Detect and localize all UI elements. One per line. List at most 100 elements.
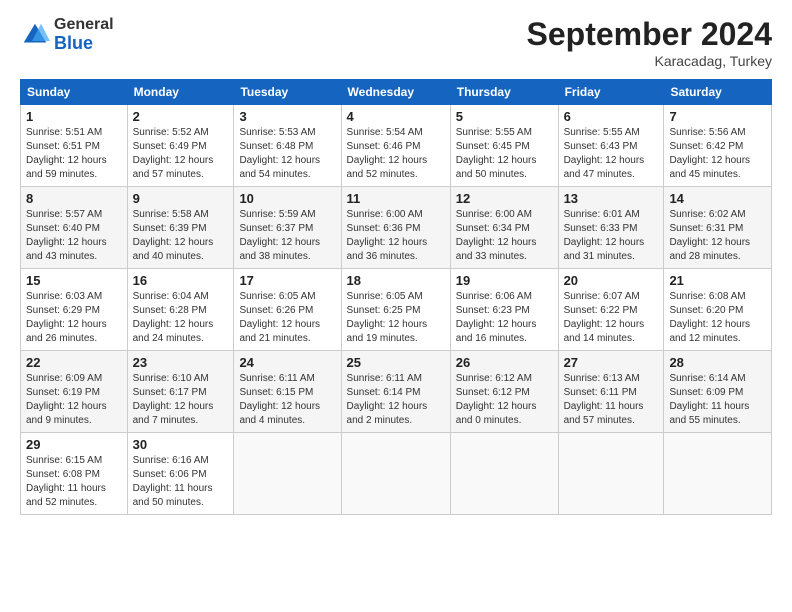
table-cell — [664, 433, 772, 515]
table-cell: 30 Sunrise: 6:16 AM Sunset: 6:06 PM Dayli… — [127, 433, 234, 515]
col-friday: Friday — [558, 80, 664, 105]
week-row-5: 29 Sunrise: 6:15 AM Sunset: 6:08 PM Dayli… — [21, 433, 772, 515]
day-number: 26 — [456, 355, 553, 370]
day-info: Sunrise: 6:15 AM Sunset: 6:08 PM Dayligh… — [26, 454, 122, 510]
table-cell: 17 Sunrise: 6:05 AM Sunset: 6:26 PM Dayli… — [234, 269, 341, 351]
table-cell — [341, 433, 450, 515]
table-cell: 24 Sunrise: 6:11 AM Sunset: 6:15 PM Dayli… — [234, 351, 341, 433]
day-number: 24 — [239, 355, 335, 370]
day-info: Sunrise: 6:13 AM Sunset: 6:11 PM Dayligh… — [564, 372, 659, 428]
table-cell: 23 Sunrise: 6:10 AM Sunset: 6:17 PM Dayli… — [127, 351, 234, 433]
day-number: 7 — [669, 109, 766, 124]
table-cell: 29 Sunrise: 6:15 AM Sunset: 6:08 PM Dayli… — [21, 433, 128, 515]
table-cell: 11Sunrise: 6:00 AM Sunset: 6:36 PM Dayli… — [341, 187, 450, 269]
day-info: Sunrise: 5:55 AM Sunset: 6:45 PM Dayligh… — [456, 126, 553, 182]
table-cell: 20 Sunrise: 6:07 AM Sunset: 6:22 PM Dayli… — [558, 269, 664, 351]
table-cell: 18 Sunrise: 6:05 AM Sunset: 6:25 PM Dayli… — [341, 269, 450, 351]
month-title: September 2024 — [527, 16, 772, 53]
day-number: 25 — [347, 355, 445, 370]
logo: General Blue — [20, 16, 114, 53]
day-info: Sunrise: 6:01 AM Sunset: 6:33 PM Dayligh… — [564, 208, 659, 264]
table-cell: 14 Sunrise: 6:02 AM Sunset: 6:31 PM Dayli… — [664, 187, 772, 269]
day-number: 20 — [564, 273, 659, 288]
day-number: 8 — [26, 191, 122, 206]
table-cell: 21Sunrise: 6:08 AM Sunset: 6:20 PM Dayli… — [664, 269, 772, 351]
table-cell: 26 Sunrise: 6:12 AM Sunset: 6:12 PM Dayli… — [450, 351, 558, 433]
col-tuesday: Tuesday — [234, 80, 341, 105]
table-cell: 13Sunrise: 6:01 AM Sunset: 6:33 PM Dayli… — [558, 187, 664, 269]
calendar-table: Sunday Monday Tuesday Wednesday Thursday… — [20, 79, 772, 515]
day-number: 18 — [347, 273, 445, 288]
day-info: Sunrise: 6:03 AM Sunset: 6:29 PM Dayligh… — [26, 290, 122, 346]
day-number: 10 — [239, 191, 335, 206]
week-row-4: 22Sunrise: 6:09 AM Sunset: 6:19 PM Dayli… — [21, 351, 772, 433]
col-sunday: Sunday — [21, 80, 128, 105]
table-cell: 28 Sunrise: 6:14 AM Sunset: 6:09 PM Dayli… — [664, 351, 772, 433]
table-cell — [450, 433, 558, 515]
day-number: 11 — [347, 191, 445, 206]
day-number: 17 — [239, 273, 335, 288]
table-cell — [234, 433, 341, 515]
day-number: 1 — [26, 109, 122, 124]
day-info: Sunrise: 6:16 AM Sunset: 6:06 PM Dayligh… — [133, 454, 229, 510]
col-thursday: Thursday — [450, 80, 558, 105]
day-info: Sunrise: 6:07 AM Sunset: 6:22 PM Dayligh… — [564, 290, 659, 346]
day-info: Sunrise: 6:14 AM Sunset: 6:09 PM Dayligh… — [669, 372, 766, 428]
day-number: 6 — [564, 109, 659, 124]
table-cell: 12 Sunrise: 6:00 AM Sunset: 6:34 PM Dayli… — [450, 187, 558, 269]
table-cell: 10Sunrise: 5:59 AM Sunset: 6:37 PM Dayli… — [234, 187, 341, 269]
day-number: 2 — [133, 109, 229, 124]
day-info: Sunrise: 6:04 AM Sunset: 6:28 PM Dayligh… — [133, 290, 229, 346]
day-number: 29 — [26, 437, 122, 452]
day-number: 23 — [133, 355, 229, 370]
day-number: 21 — [669, 273, 766, 288]
day-number: 22 — [26, 355, 122, 370]
day-info: Sunrise: 5:58 AM Sunset: 6:39 PM Dayligh… — [133, 208, 229, 264]
table-cell: 3 Sunrise: 5:53 AM Sunset: 6:48 PM Daylig… — [234, 105, 341, 187]
day-info: Sunrise: 5:57 AM Sunset: 6:40 PM Dayligh… — [26, 208, 122, 264]
day-info: Sunrise: 5:52 AM Sunset: 6:49 PM Dayligh… — [133, 126, 229, 182]
day-number: 16 — [133, 273, 229, 288]
logo-text: General Blue — [54, 16, 114, 53]
week-row-2: 8 Sunrise: 5:57 AM Sunset: 6:40 PM Daylig… — [21, 187, 772, 269]
table-cell: 5 Sunrise: 5:55 AM Sunset: 6:45 PM Daylig… — [450, 105, 558, 187]
day-info: Sunrise: 6:12 AM Sunset: 6:12 PM Dayligh… — [456, 372, 553, 428]
table-cell: 27 Sunrise: 6:13 AM Sunset: 6:11 PM Dayli… — [558, 351, 664, 433]
day-number: 27 — [564, 355, 659, 370]
day-info: Sunrise: 6:00 AM Sunset: 6:34 PM Dayligh… — [456, 208, 553, 264]
logo-blue: Blue — [54, 34, 114, 54]
day-info: Sunrise: 6:11 AM Sunset: 6:15 PM Dayligh… — [239, 372, 335, 428]
col-wednesday: Wednesday — [341, 80, 450, 105]
day-number: 9 — [133, 191, 229, 206]
day-info: Sunrise: 6:02 AM Sunset: 6:31 PM Dayligh… — [669, 208, 766, 264]
col-saturday: Saturday — [664, 80, 772, 105]
day-number: 4 — [347, 109, 445, 124]
table-cell: 4 Sunrise: 5:54 AM Sunset: 6:46 PM Daylig… — [341, 105, 450, 187]
day-info: Sunrise: 6:05 AM Sunset: 6:25 PM Dayligh… — [347, 290, 445, 346]
day-number: 30 — [133, 437, 229, 452]
day-number: 14 — [669, 191, 766, 206]
week-row-3: 15 Sunrise: 6:03 AM Sunset: 6:29 PM Dayli… — [21, 269, 772, 351]
table-cell: 6 Sunrise: 5:55 AM Sunset: 6:43 PM Daylig… — [558, 105, 664, 187]
day-info: Sunrise: 5:55 AM Sunset: 6:43 PM Dayligh… — [564, 126, 659, 182]
table-cell: 22Sunrise: 6:09 AM Sunset: 6:19 PM Dayli… — [21, 351, 128, 433]
day-info: Sunrise: 6:10 AM Sunset: 6:17 PM Dayligh… — [133, 372, 229, 428]
table-cell: 2 Sunrise: 5:52 AM Sunset: 6:49 PM Daylig… — [127, 105, 234, 187]
week-row-1: 1Sunrise: 5:51 AM Sunset: 6:51 PM Daylig… — [21, 105, 772, 187]
day-info: Sunrise: 6:11 AM Sunset: 6:14 PM Dayligh… — [347, 372, 445, 428]
calendar-header-row: Sunday Monday Tuesday Wednesday Thursday… — [21, 80, 772, 105]
day-info: Sunrise: 5:54 AM Sunset: 6:46 PM Dayligh… — [347, 126, 445, 182]
day-number: 3 — [239, 109, 335, 124]
table-cell: 25 Sunrise: 6:11 AM Sunset: 6:14 PM Dayli… — [341, 351, 450, 433]
day-info: Sunrise: 6:05 AM Sunset: 6:26 PM Dayligh… — [239, 290, 335, 346]
logo-general: General — [54, 16, 114, 34]
day-number: 15 — [26, 273, 122, 288]
table-cell — [558, 433, 664, 515]
day-number: 5 — [456, 109, 553, 124]
location-subtitle: Karacadag, Turkey — [527, 53, 772, 69]
day-number: 28 — [669, 355, 766, 370]
col-monday: Monday — [127, 80, 234, 105]
day-number: 12 — [456, 191, 553, 206]
day-info: Sunrise: 5:53 AM Sunset: 6:48 PM Dayligh… — [239, 126, 335, 182]
table-cell: 16 Sunrise: 6:04 AM Sunset: 6:28 PM Dayli… — [127, 269, 234, 351]
